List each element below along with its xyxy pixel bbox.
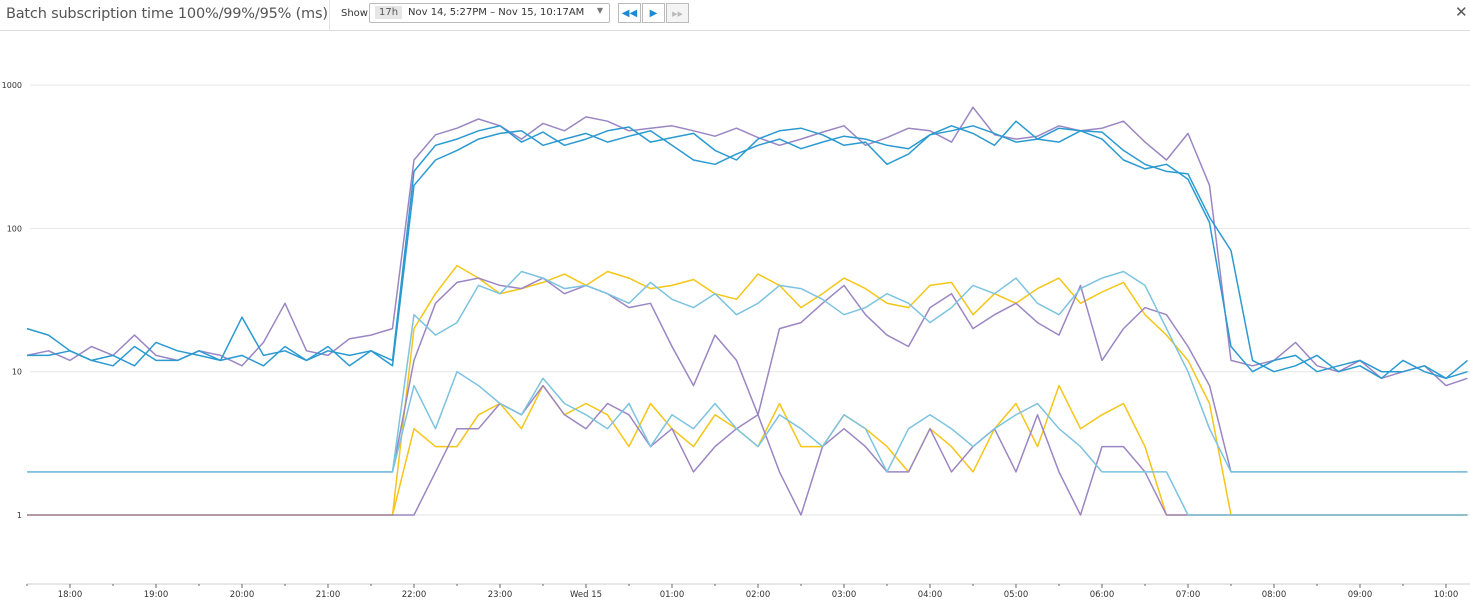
x-tick-label: 22:00 xyxy=(402,590,427,600)
x-tick-label: 19:00 xyxy=(144,590,169,600)
x-tick-label: 02:00 xyxy=(746,590,771,600)
series-line xyxy=(26,120,1468,380)
line-chart: 1 10 100 1000 18:00 19:00 20:00 21:00 22:00 23:00… xyxy=(2,81,1470,600)
series-1 xyxy=(26,120,1468,380)
series-line xyxy=(27,264,1468,516)
y-tick-label: 100 xyxy=(7,224,22,233)
series-7 xyxy=(27,384,1468,516)
series-line xyxy=(27,370,1468,516)
series-8 xyxy=(27,370,1468,516)
y-tick-label: 1 xyxy=(17,511,22,520)
x-tick-label: 05:00 xyxy=(1004,590,1029,600)
y-tick-label: 10 xyxy=(12,368,22,377)
x-tick-label: 04:00 xyxy=(918,590,943,600)
series-line xyxy=(27,384,1468,516)
x-tick-label: 21:00 xyxy=(316,590,341,600)
series-line xyxy=(27,384,1468,516)
y-tick-label: 1000 xyxy=(2,81,22,90)
x-tick-label: 08:00 xyxy=(1262,590,1287,600)
series-line xyxy=(27,125,1468,380)
x-tick-label: 20:00 xyxy=(230,590,255,600)
series-3 xyxy=(27,264,1468,516)
x-tick-label: Wed 15 xyxy=(570,590,602,600)
x-tick-label: 10:00 xyxy=(1434,590,1459,600)
x-tick-label: 01:00 xyxy=(660,590,685,600)
x-tick-label: 09:00 xyxy=(1348,590,1373,600)
series-2 xyxy=(27,125,1468,380)
x-tick-label: 23:00 xyxy=(488,590,513,600)
x-tick-label: 03:00 xyxy=(832,590,857,600)
series-line xyxy=(27,277,1468,473)
series-6 xyxy=(27,384,1468,516)
x-tick-label: 18:00 xyxy=(58,590,83,600)
x-tick-label: 06:00 xyxy=(1090,590,1115,600)
series-4 xyxy=(27,277,1468,473)
x-tick-label: 07:00 xyxy=(1176,590,1201,600)
